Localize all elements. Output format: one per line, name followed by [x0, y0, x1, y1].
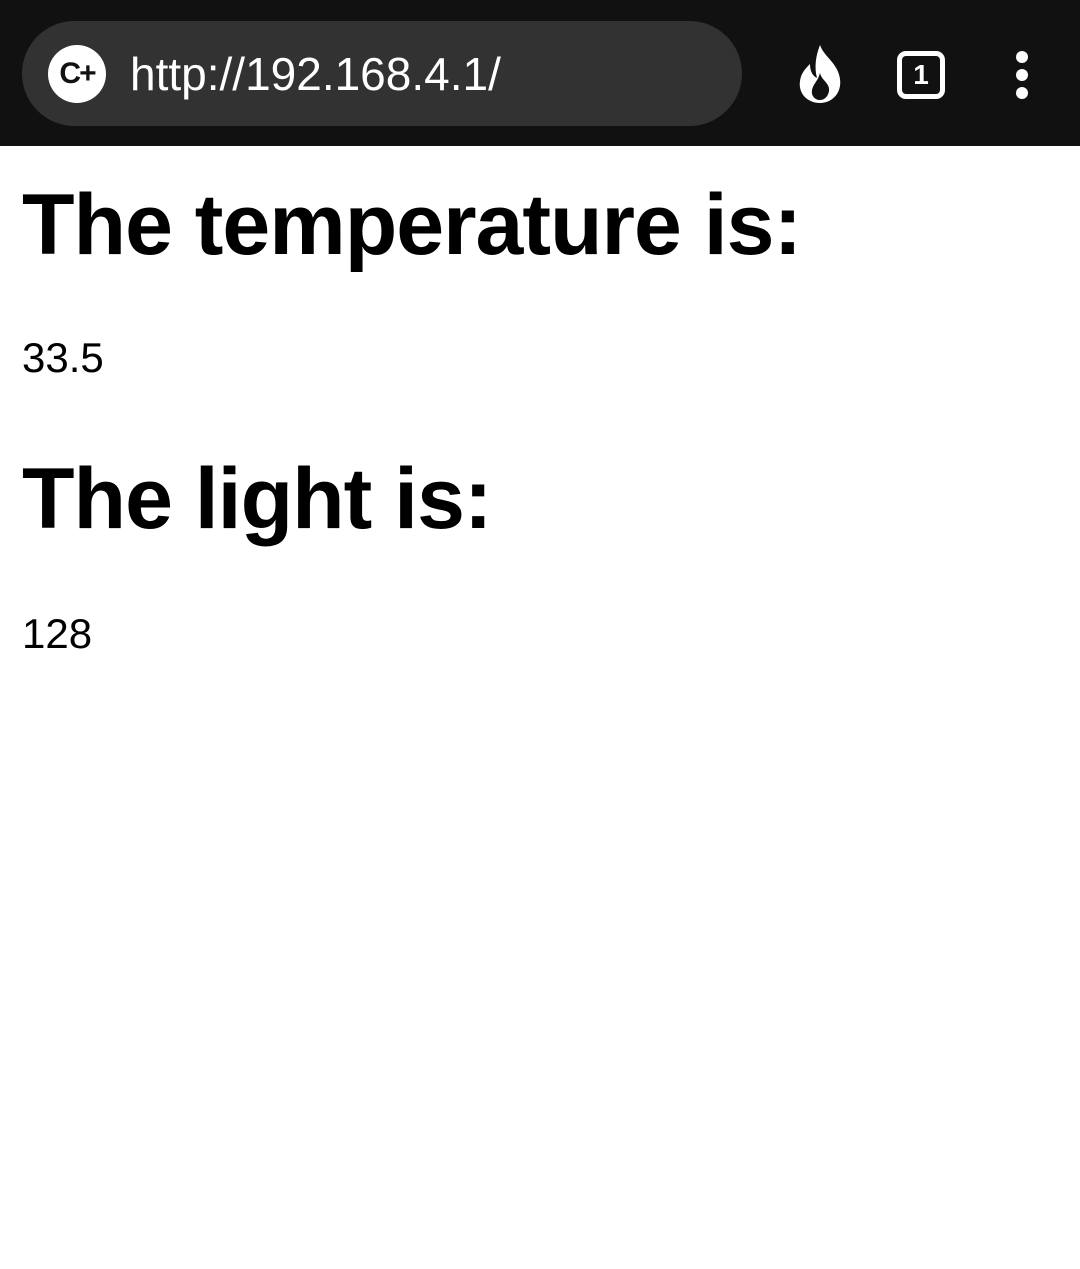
more-vert-icon-dot [1016, 87, 1028, 99]
light-value: 128 [22, 610, 93, 657]
temperature-value: 33.5 [22, 334, 104, 381]
tab-count: 1 [913, 59, 929, 90]
site-icon-text: C+ [59, 57, 96, 90]
more-vert-icon [1016, 51, 1028, 63]
site-info-icon[interactable]: C+ [48, 45, 106, 103]
flame-button[interactable] [790, 42, 850, 106]
flame-icon [799, 45, 841, 103]
light-heading: The light is: [22, 451, 493, 547]
menu-button[interactable] [1000, 44, 1044, 106]
tab-switcher-button[interactable]: 1 [890, 44, 952, 106]
url-text[interactable]: http://192.168.4.1/ [130, 47, 501, 101]
temperature-heading: The temperature is: [22, 177, 802, 273]
tab-count-badge: 1 [897, 51, 945, 99]
address-bar[interactable]: C+ http://192.168.4.1/ [22, 21, 742, 126]
browser-toolbar: C+ http://192.168.4.1/ 1 [0, 0, 1080, 146]
more-vert-icon-dot [1016, 69, 1028, 81]
